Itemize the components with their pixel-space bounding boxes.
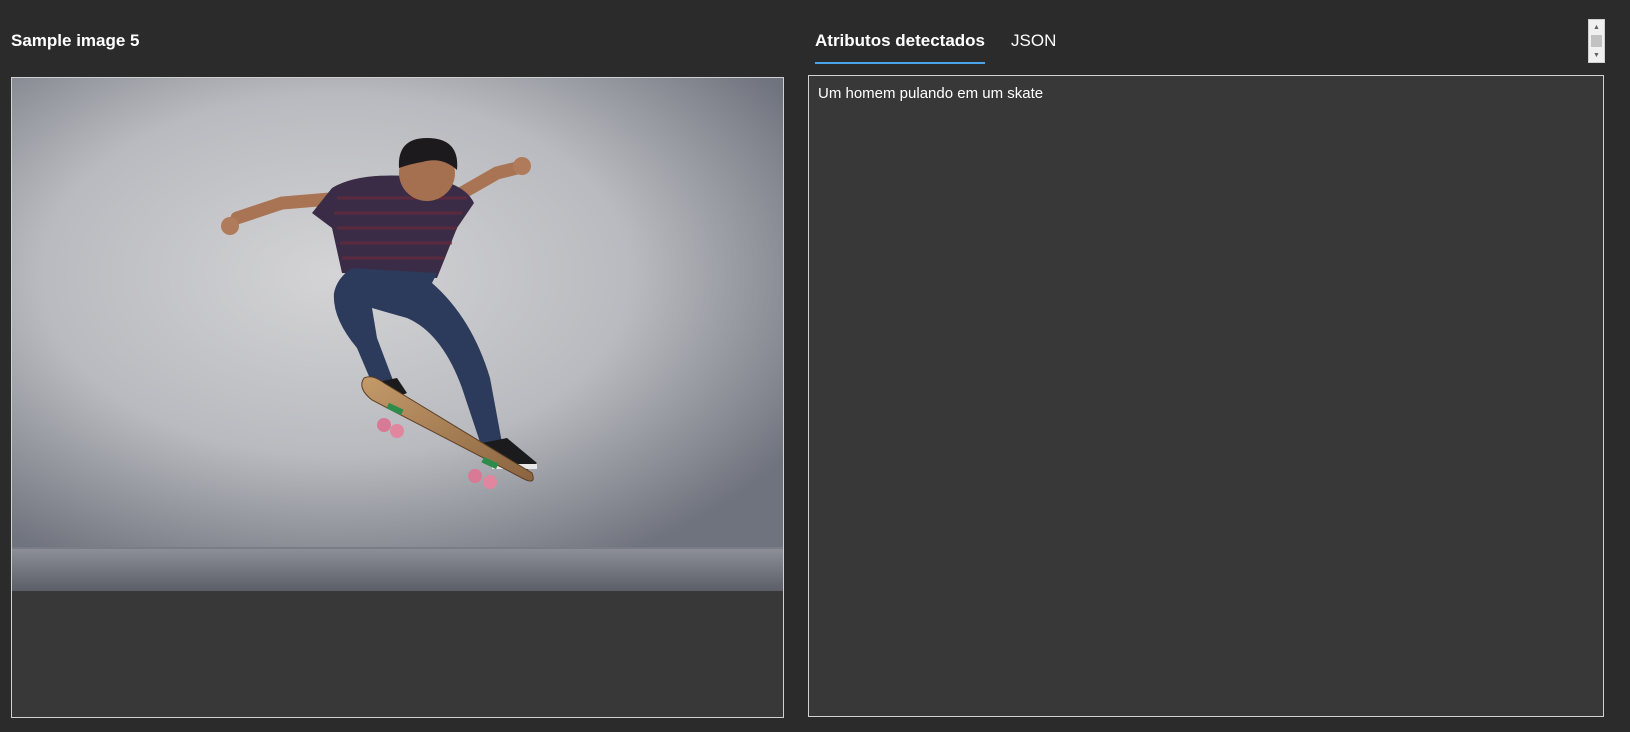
scroll-up-arrow-icon[interactable]: ▲ xyxy=(1589,21,1604,33)
tab-bar: Atributos detectados JSON xyxy=(815,28,1082,64)
scroll-thumb[interactable] xyxy=(1591,35,1602,47)
image-frame xyxy=(11,77,784,718)
app-root: Sample image 5 Atributos detectados JSON… xyxy=(0,0,1630,732)
sample-title: Sample image 5 xyxy=(11,31,140,50)
tab-json[interactable]: JSON xyxy=(1011,28,1056,64)
scrollbar[interactable]: ▲ ▼ xyxy=(1588,19,1605,63)
skateboarder-photo xyxy=(12,78,783,591)
attributes-result-panel: Um homem pulando em um skate xyxy=(808,75,1604,717)
caption-text: Um homem pulando em um skate xyxy=(818,85,1044,102)
tab-atributos-detectados[interactable]: Atributos detectados xyxy=(815,28,986,64)
scroll-down-arrow-icon[interactable]: ▼ xyxy=(1589,49,1604,61)
